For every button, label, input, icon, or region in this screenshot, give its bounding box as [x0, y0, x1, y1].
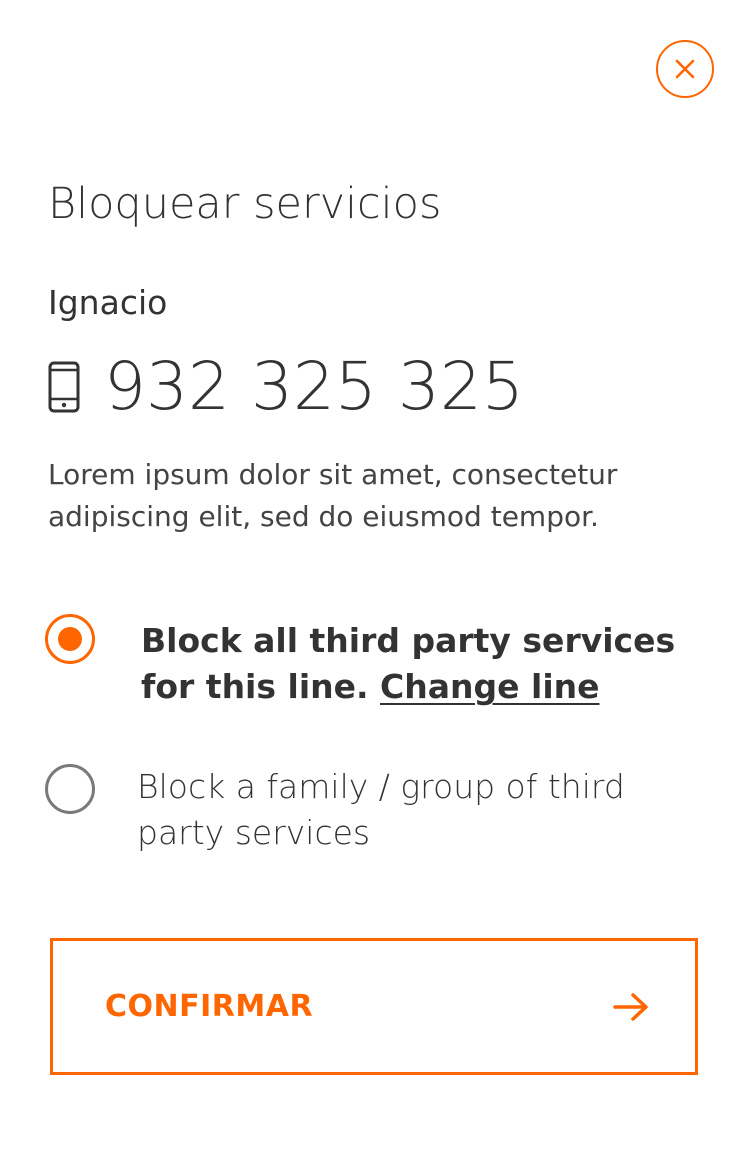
option-block-family-label[interactable]: Block a family / group of third party se…	[137, 764, 717, 856]
page-title: Bloquear servicios	[48, 179, 442, 229]
change-line-link[interactable]: Change line	[380, 667, 599, 706]
mobile-phone-icon	[48, 361, 80, 413]
radio-block-all-services[interactable]	[45, 614, 95, 664]
confirm-button-label: CONFIRMAR	[105, 989, 314, 1024]
close-icon	[674, 58, 696, 80]
radio-block-family-services[interactable]	[45, 764, 95, 814]
description-text: Lorem ipsum dolor sit amet, consectetur …	[48, 458, 618, 533]
radio-selected-dot	[58, 627, 82, 651]
confirm-button[interactable]: CONFIRMAR	[50, 938, 698, 1075]
close-button[interactable]	[656, 40, 714, 98]
arrow-right-icon	[613, 992, 649, 1022]
phone-number: 932 325 325	[104, 348, 524, 425]
phone-line-row: 932 325 325	[48, 345, 524, 429]
option-block-all-label[interactable]: Block all third party services for this …	[141, 618, 721, 710]
line-owner-name: Ignacio	[48, 283, 168, 322]
